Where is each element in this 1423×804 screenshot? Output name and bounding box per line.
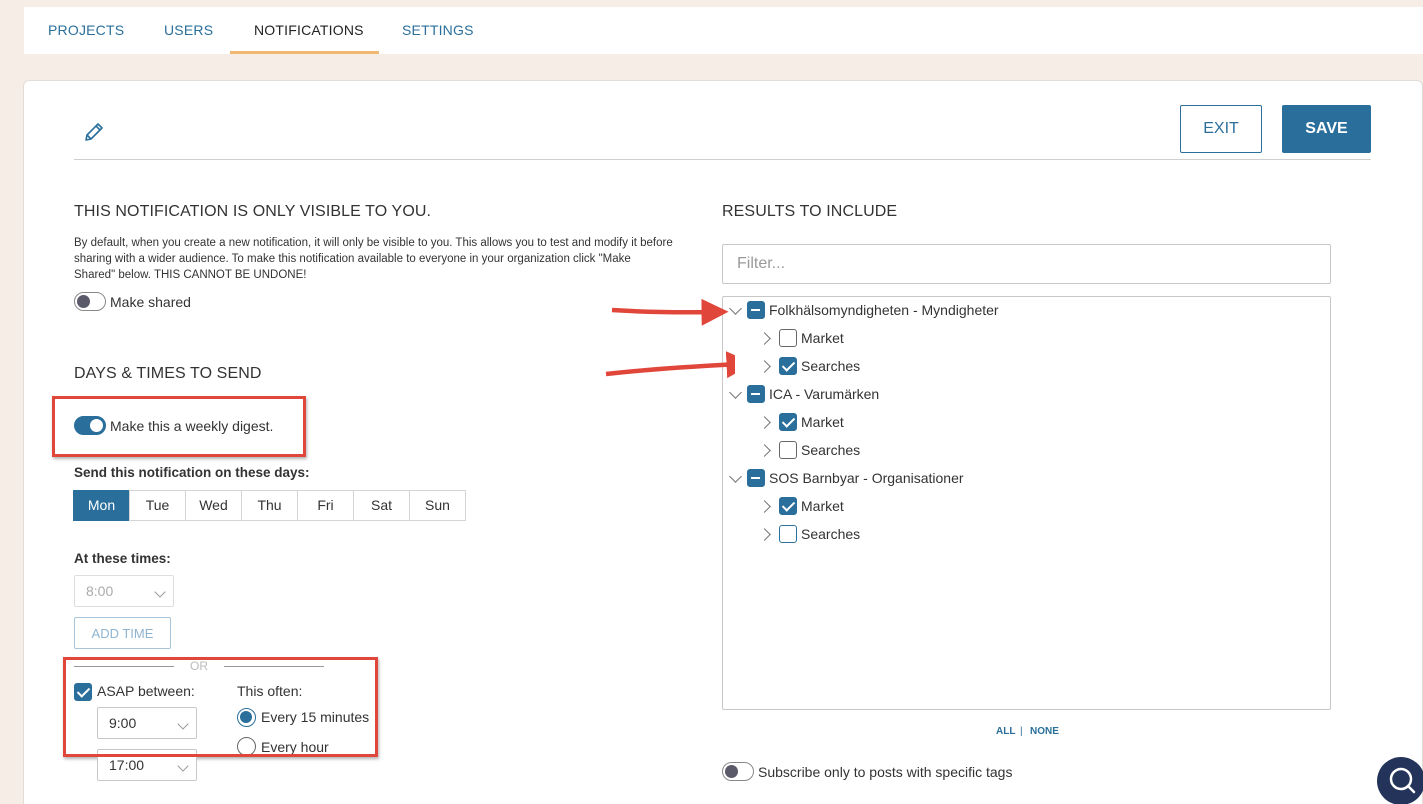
header-divider	[74, 159, 1371, 160]
exit-button[interactable]: EXIT	[1180, 105, 1262, 153]
chevron-down-icon	[154, 586, 166, 598]
make-shared-label: Make shared	[110, 294, 191, 310]
subscribe-tags-toggle[interactable]	[722, 762, 754, 781]
item-checkbox-searches[interactable]	[779, 525, 797, 543]
chevron-down-icon	[177, 760, 189, 772]
tab-notifications[interactable]: NOTIFICATIONS	[254, 7, 364, 54]
toggle-knob	[77, 295, 90, 308]
top-tab-bar: PROJECTS USERS NOTIFICATIONS SETTINGS	[24, 7, 1423, 54]
item-label-market: Market	[801, 414, 844, 430]
time-select[interactable]: 8:00	[74, 575, 174, 607]
make-shared-toggle[interactable]	[74, 292, 106, 311]
schedule-heading: DAYS & TIMES TO SEND	[74, 365, 262, 382]
day-fri[interactable]: Fri	[297, 490, 354, 521]
toggle-knob	[90, 419, 103, 432]
tab-projects[interactable]: PROJECTS	[48, 7, 124, 54]
select-all-link[interactable]: ALL	[996, 726, 1015, 737]
toggle-knob	[725, 765, 738, 778]
filter-input[interactable]: Filter...	[722, 244, 1331, 284]
tab-users[interactable]: USERS	[164, 7, 213, 54]
annotation-arrow-group	[611, 298, 729, 326]
day-sat[interactable]: Sat	[353, 490, 410, 521]
annotation-highlight-asap-outline	[63, 657, 378, 757]
weekly-digest-toggle[interactable]	[74, 416, 106, 435]
day-tue[interactable]: Tue	[129, 490, 186, 521]
weekly-digest-label: Make this a weekly digest.	[110, 418, 274, 434]
item-label-market: Market	[801, 498, 844, 514]
item-checkbox-market[interactable]	[779, 329, 797, 347]
day-sun[interactable]: Sun	[409, 490, 466, 521]
active-tab-indicator	[230, 51, 379, 54]
pencil-icon[interactable]	[82, 120, 106, 144]
item-checkbox-searches[interactable]	[779, 441, 797, 459]
item-checkbox-searches[interactable]	[779, 357, 797, 375]
day-thu[interactable]: Thu	[241, 490, 298, 521]
annotation-arrow-searches	[605, 351, 735, 379]
item-label-searches: Searches	[801, 526, 861, 542]
asap-to-value: 17:00	[109, 757, 145, 773]
group-checkbox-folkhalsomyndigheten[interactable]	[747, 301, 765, 319]
group-checkbox-sos-barnbyar[interactable]	[747, 469, 765, 487]
all-none-separator: |	[1020, 726, 1023, 737]
annotation-arrows	[605, 298, 735, 379]
day-wed[interactable]: Wed	[185, 490, 242, 521]
item-label-searches: Searches	[801, 358, 861, 374]
days-label: Send this notification on these days:	[74, 465, 310, 480]
visibility-description: By default, when you create a new notifi…	[74, 237, 673, 281]
add-time-button[interactable]: ADD TIME	[74, 617, 171, 649]
results-heading: RESULTS TO INCLUDE	[722, 203, 898, 220]
day-mon[interactable]: Mon	[73, 490, 130, 521]
group-label-ica: ICA - Varumärken	[769, 386, 880, 402]
subscribe-tags-label: Subscribe only to posts with specific ta…	[758, 764, 1013, 780]
item-label-searches: Searches	[801, 442, 861, 458]
select-none-link[interactable]: NONE	[1030, 726, 1059, 737]
item-checkbox-market[interactable]	[779, 497, 797, 515]
group-label-folkhalsomyndigheten: Folkhälsomyndigheten - Myndigheter	[769, 302, 999, 318]
times-label: At these times:	[74, 551, 171, 566]
group-checkbox-ica[interactable]	[747, 385, 765, 403]
save-button[interactable]: SAVE	[1282, 105, 1371, 153]
day-selector: Mon Tue Wed Thu Fri Sat Sun	[73, 490, 466, 521]
visibility-heading: THIS NOTIFICATION IS ONLY VISIBLE TO YOU…	[74, 203, 432, 220]
search-fab[interactable]	[1377, 757, 1423, 804]
item-checkbox-market[interactable]	[779, 413, 797, 431]
group-label-sos-barnbyar: SOS Barnbyar - Organisationer	[769, 470, 964, 486]
search-icon	[1389, 767, 1416, 794]
item-label-market: Market	[801, 330, 844, 346]
time-select-value: 8:00	[86, 583, 114, 599]
tab-settings[interactable]: SETTINGS	[402, 7, 474, 54]
